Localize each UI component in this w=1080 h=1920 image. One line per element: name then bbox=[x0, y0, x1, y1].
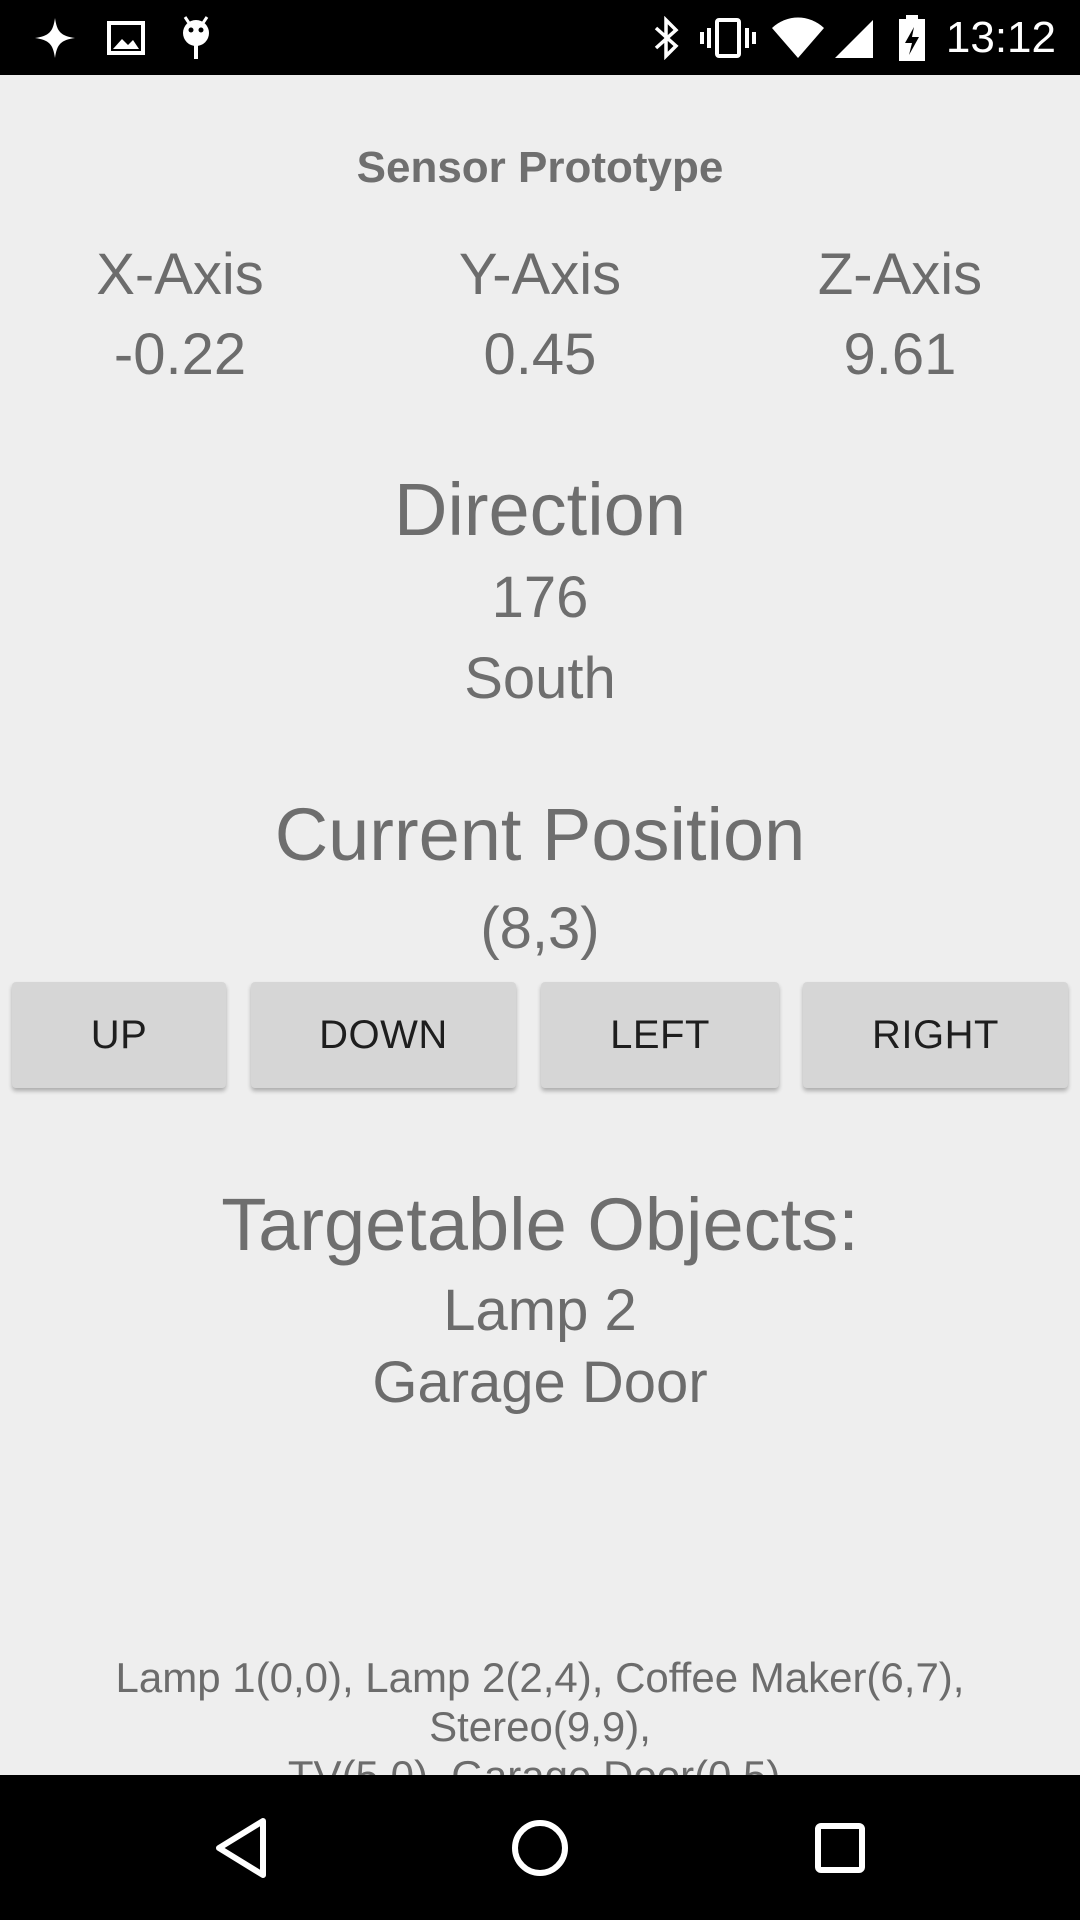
image-icon bbox=[104, 0, 148, 75]
recents-icon[interactable] bbox=[770, 1775, 910, 1920]
bluetooth-icon bbox=[646, 0, 686, 75]
z-axis-value: 9.61 bbox=[843, 322, 957, 387]
battery-charging-icon bbox=[894, 0, 930, 75]
navigation-bar bbox=[0, 1775, 1080, 1920]
vibrate-icon bbox=[698, 0, 758, 75]
targets-list: Lamp 2 Garage Door bbox=[0, 1275, 1080, 1419]
objects-footer-line: Lamp 1(0,0), Lamp 2(2,4), Coffee Maker(6… bbox=[115, 1654, 965, 1750]
left-button[interactable]: LEFT bbox=[541, 982, 779, 1088]
right-button[interactable]: RIGHT bbox=[803, 982, 1068, 1088]
y-axis-readout: Y-Axis 0.45 bbox=[360, 235, 720, 395]
home-icon[interactable] bbox=[470, 1775, 610, 1920]
direction-title: Direction bbox=[394, 468, 686, 551]
main-content: Sensor Prototype X-Axis -0.22 Y-Axis 0.4… bbox=[0, 75, 1080, 1799]
direction-degrees: 176 bbox=[491, 565, 589, 630]
x-axis-label: X-Axis bbox=[96, 242, 264, 307]
x-axis-readout: X-Axis -0.22 bbox=[0, 235, 360, 395]
status-bar: 13:12 bbox=[0, 0, 1080, 75]
x-axis-value: -0.22 bbox=[113, 322, 247, 387]
position-value: (8,3) bbox=[480, 896, 600, 961]
app-title: Sensor Prototype bbox=[356, 143, 724, 192]
y-axis-value: 0.45 bbox=[483, 322, 597, 387]
android-debug-icon bbox=[174, 0, 218, 75]
z-axis-label: Z-Axis bbox=[817, 242, 983, 307]
y-axis-label: Y-Axis bbox=[458, 242, 622, 307]
target-item: Lamp 2 bbox=[443, 1278, 637, 1343]
down-button[interactable]: DOWN bbox=[251, 982, 516, 1088]
wifi-icon bbox=[770, 0, 826, 75]
phone-screen: 13:12 Sensor Prototype X-Axis -0.22 Y-Ax… bbox=[0, 0, 1080, 1920]
sparkle-icon bbox=[30, 0, 80, 75]
back-icon[interactable] bbox=[171, 1775, 311, 1920]
up-button[interactable]: UP bbox=[12, 982, 226, 1088]
status-time: 13:12 bbox=[945, 13, 1056, 62]
targets-title: Targetable Objects: bbox=[221, 1183, 859, 1266]
direction-name: South bbox=[464, 646, 616, 711]
position-title: Current Position bbox=[274, 793, 806, 876]
cell-signal-icon bbox=[832, 0, 876, 75]
z-axis-readout: Z-Axis 9.61 bbox=[720, 235, 1080, 395]
target-item: Garage Door bbox=[372, 1350, 708, 1415]
